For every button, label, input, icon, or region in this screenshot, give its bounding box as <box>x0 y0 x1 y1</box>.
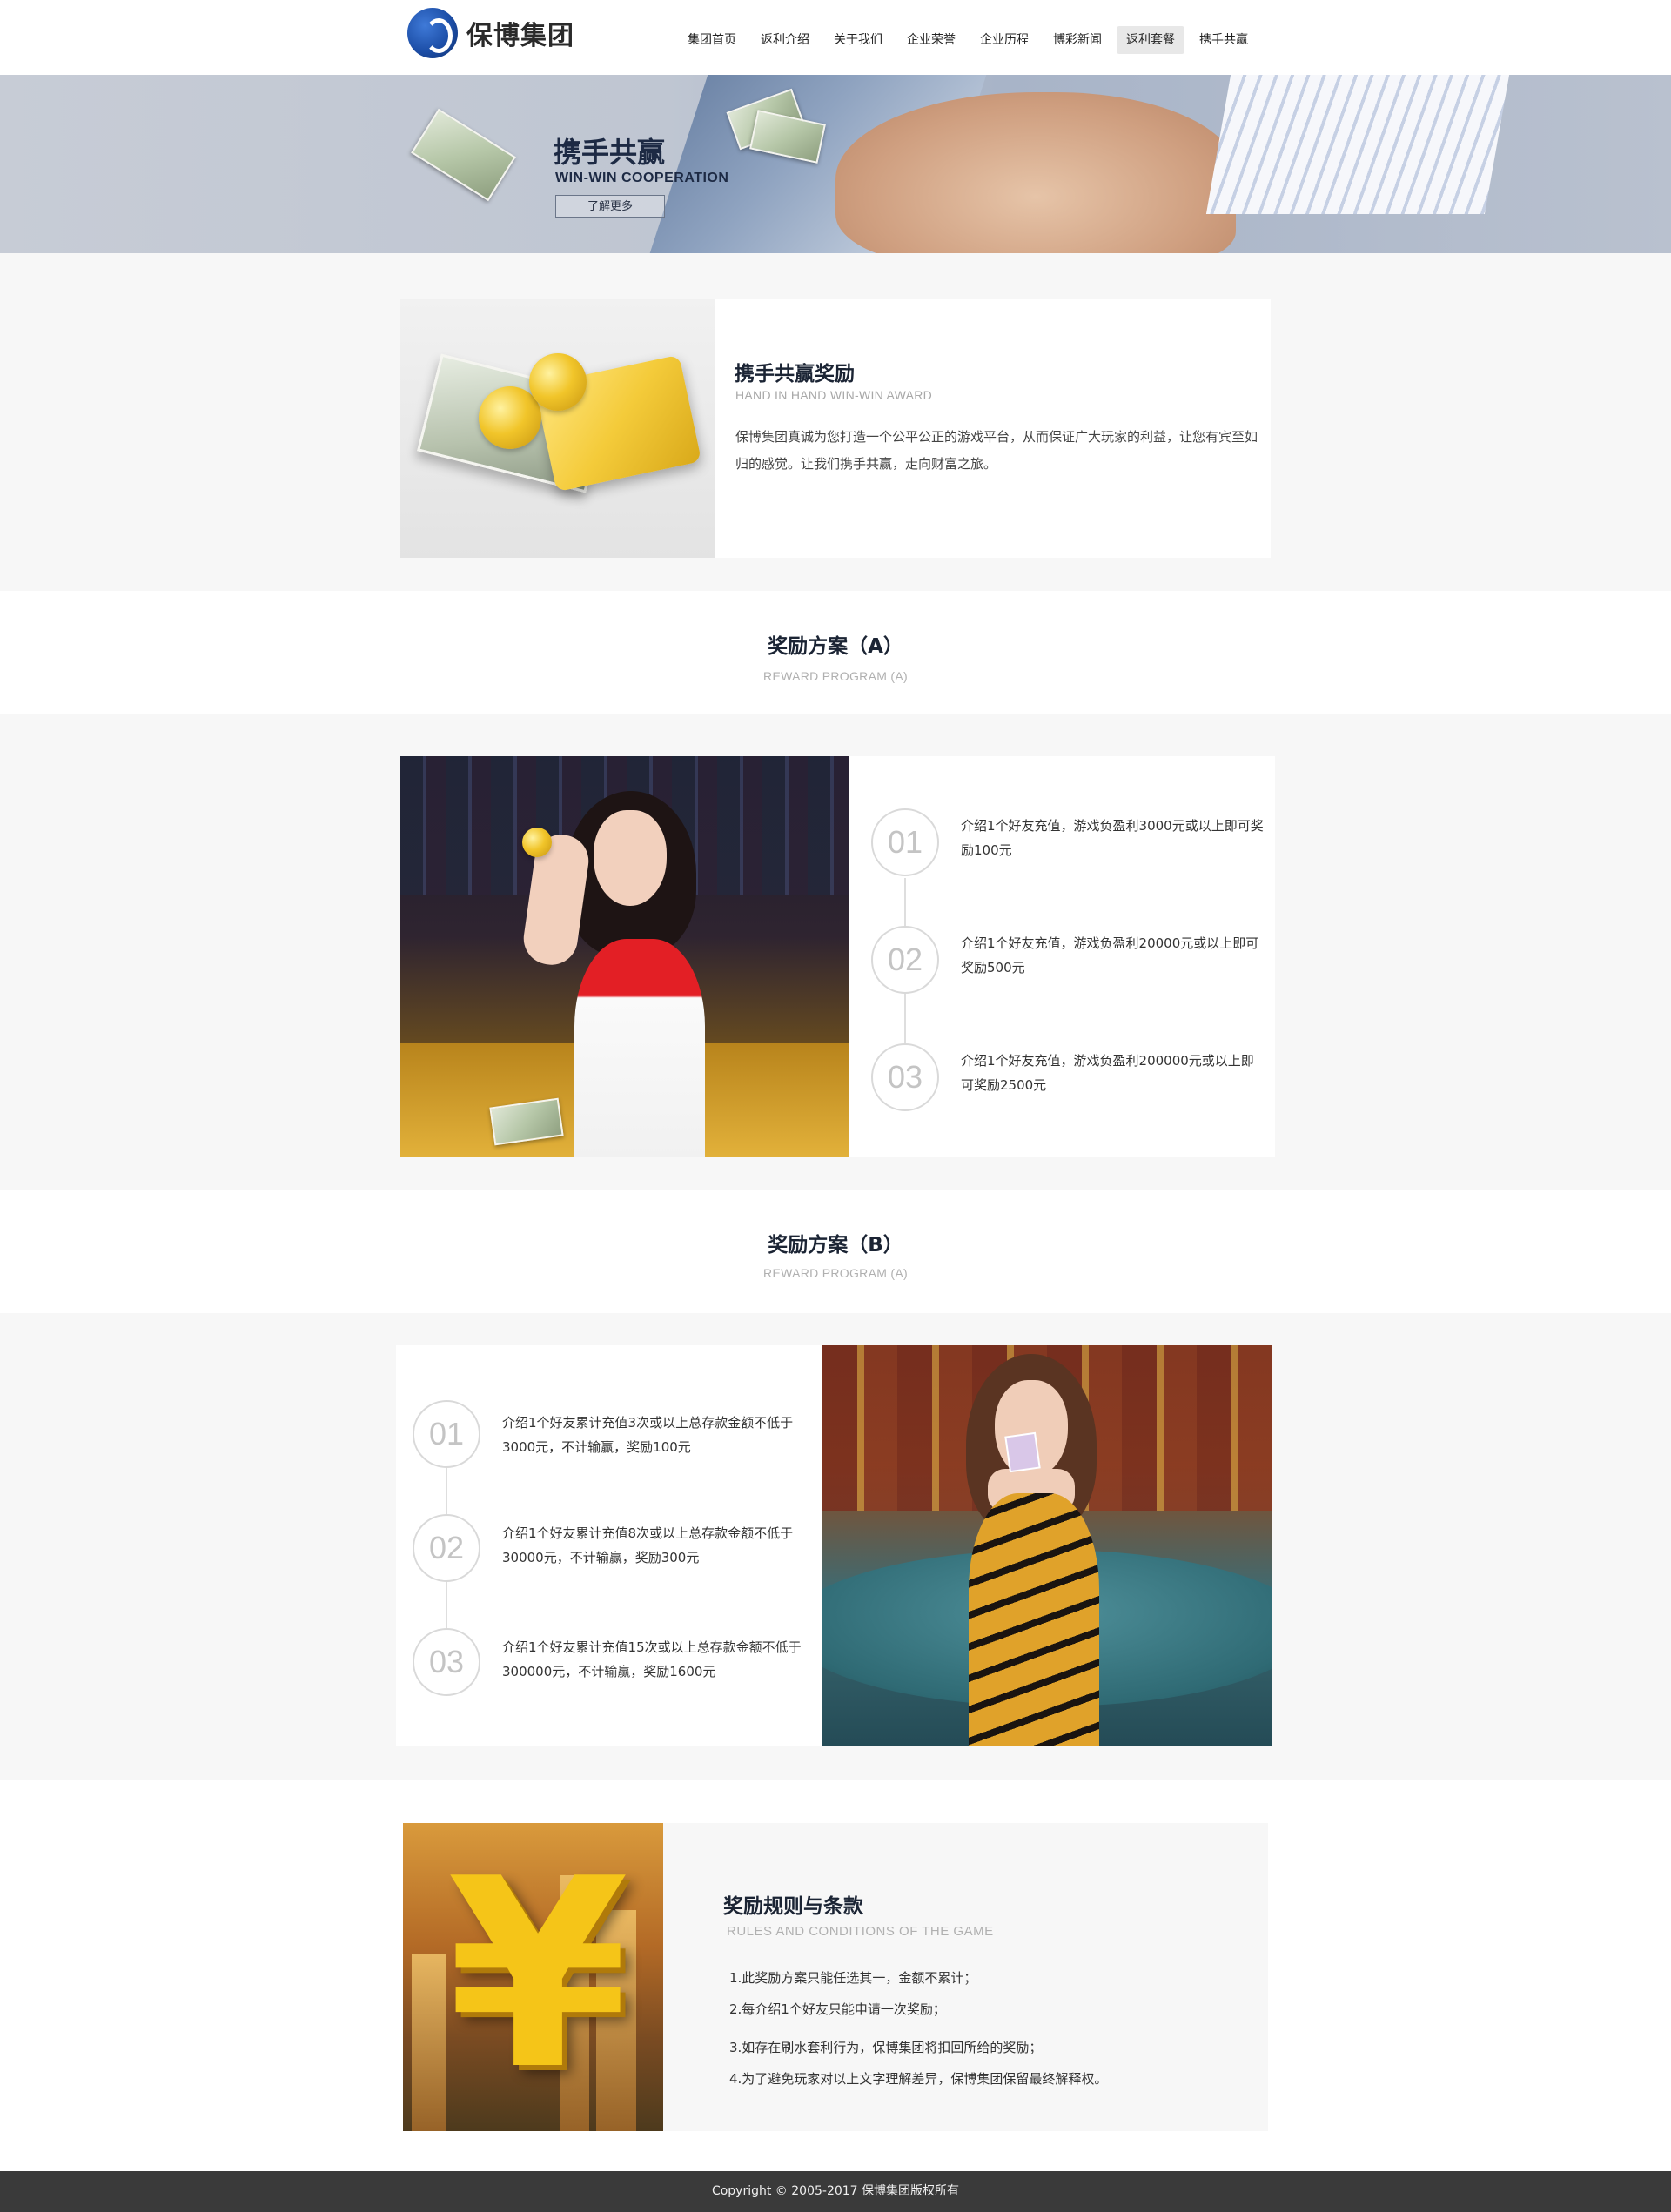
banknote-icon <box>411 108 516 202</box>
nav-item-win-win[interactable]: 携手共赢 <box>1187 26 1260 54</box>
step-connector <box>446 1468 447 1514</box>
casino-chip-icon <box>522 828 552 857</box>
program-b-step-text: 介绍1个好友累计充值8次或以上总存款金额不低于30000元，不计输赢，奖励300… <box>502 1525 794 1565</box>
program-a-hostess-image <box>400 756 849 1157</box>
hero-banner <box>0 75 1671 253</box>
nav-item-home[interactable]: 集团首页 <box>675 26 748 54</box>
rules-title: 奖励规则与条款 <box>723 1895 863 1918</box>
banner-subtitle: WIN-WIN COOPERATION <box>555 171 729 185</box>
banner-title: 携手共赢 <box>554 136 666 169</box>
nav-item-honors[interactable]: 企业荣誉 <box>895 26 968 54</box>
yen-symbol-image: ¥ <box>403 1823 663 2131</box>
nav-item-rebate-package[interactable]: 返利套餐 <box>1117 26 1184 54</box>
red-white-dress-graphic <box>574 939 705 1157</box>
gold-coin-icon <box>529 353 587 411</box>
yen-icon: ¥ <box>446 1823 629 2127</box>
nav-item-about[interactable]: 关于我们 <box>822 26 895 54</box>
program-a-step-text: 介绍1个好友充值，游戏负盈利3000元或以上即可奖励100元 <box>961 818 1264 858</box>
logo-mark-icon <box>407 8 458 58</box>
program-a-subtitle: REWARD PROGRAM (A) <box>763 669 908 683</box>
program-b-step-text: 介绍1个好友累计充值15次或以上总存款金额不低于300000元，不计输赢，奖励1… <box>502 1639 802 1679</box>
banner-handshake-graphic <box>836 92 1236 253</box>
step-number-badge: 03 <box>413 1628 480 1696</box>
logo[interactable]: 保博集团 <box>407 8 581 58</box>
program-a-step-text: 介绍1个好友充值，游戏负盈利20000元或以上即可奖励500元 <box>961 935 1259 975</box>
program-b-step-text: 介绍1个好友累计充值3次或以上总存款金额不低于3000元，不计输赢，奖励100元 <box>502 1415 794 1455</box>
nav-item-rebate-intro[interactable]: 返利介绍 <box>748 26 822 54</box>
step-connector <box>446 1582 447 1628</box>
rule-item: 3.如存在刷水套利行为，保博集团将扣回所给的奖励； <box>729 2040 1043 2055</box>
money-and-card-image <box>400 299 715 558</box>
footer-copyright: Copyright © 2005-2017 保博集团版权所有 <box>0 2171 1671 2212</box>
rules-list: 1.此奖励方案只能任选其一，金额不累计； 2.每介绍1个好友只能申请一次奖励； … <box>729 1962 1252 2095</box>
intro-subtitle: HAND IN HAND WIN-WIN AWARD <box>735 388 933 402</box>
playing-card-icon <box>1004 1431 1041 1473</box>
program-a-step-text: 介绍1个好友充值，游戏负盈利200000元或以上即可奖励2500元 <box>961 1053 1254 1093</box>
program-b-header: 奖励方案（B） REWARD PROGRAM (A) <box>7 1190 1664 1313</box>
step-connector <box>904 878 906 930</box>
rule-item: 2.每介绍1个好友只能申请一次奖励； <box>729 2001 946 2017</box>
rule-item: 4.为了避免玩家对以上文字理解差异，保博集团保留最终解释权。 <box>729 2071 1108 2087</box>
step-number-badge: 01 <box>413 1400 480 1468</box>
intro-title: 携手共赢奖励 <box>735 363 855 385</box>
program-a-header: 奖励方案（A） REWARD PROGRAM (A) <box>0 591 1671 714</box>
step-connector <box>904 994 906 1048</box>
rule-item: 1.此奖励方案只能任选其一，金额不累计； <box>729 1970 977 1986</box>
nav-item-news[interactable]: 博彩新闻 <box>1041 26 1114 54</box>
program-b-dealer-image <box>822 1345 1272 1746</box>
yellow-dress-graphic <box>969 1493 1099 1746</box>
program-b-steps-card: 01 介绍1个好友累计充值3次或以上总存款金额不低于3000元，不计输赢，奖励1… <box>396 1345 822 1746</box>
step-number-badge: 02 <box>871 926 939 994</box>
program-b-title: 奖励方案（B） <box>768 1234 903 1257</box>
program-b-subtitle: REWARD PROGRAM (A) <box>763 1266 908 1280</box>
main-nav: 集团首页 返利介绍 关于我们 企业荣誉 企业历程 博彩新闻 返利套餐 携手共赢 <box>675 26 1260 54</box>
program-a-steps-card: 01 介绍1个好友充值，游戏负盈利3000元或以上即可奖励100元 02 介绍1… <box>849 756 1275 1157</box>
logo-text: 保博集团 <box>466 21 574 51</box>
step-number-badge: 01 <box>871 808 939 876</box>
intro-description: 保博集团真诚为您打造一个公平公正的游戏平台，从而保证广大玩家的利益，让您有宾至如… <box>735 429 1258 472</box>
site-header: 保博集团 集团首页 返利介绍 关于我们 企业荣誉 企业历程 博彩新闻 返利套餐 … <box>0 0 1671 75</box>
rules-subtitle: RULES AND CONDITIONS OF THE GAME <box>727 1924 994 1939</box>
step-number-badge: 03 <box>871 1043 939 1111</box>
program-a-title: 奖励方案（A） <box>768 635 903 658</box>
nav-item-history[interactable]: 企业历程 <box>968 26 1041 54</box>
face-graphic <box>594 810 667 906</box>
step-number-badge: 02 <box>413 1514 480 1582</box>
banner-shirt-graphic <box>1205 75 1510 214</box>
learn-more-button[interactable]: 了解更多 <box>555 195 665 218</box>
